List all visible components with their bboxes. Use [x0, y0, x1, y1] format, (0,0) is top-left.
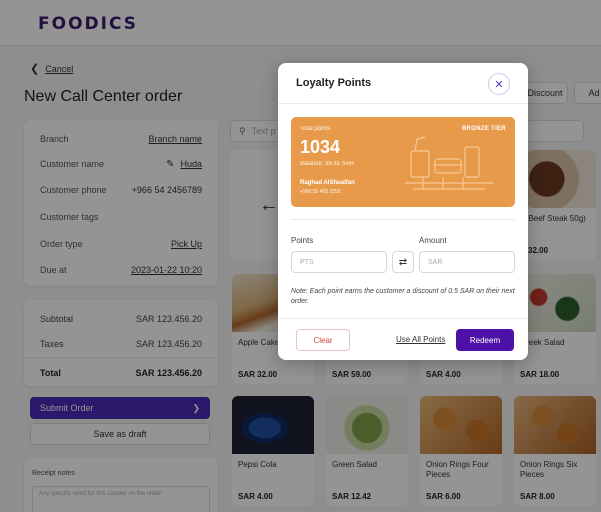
use-all-points-link[interactable]: Use All Points [396, 335, 445, 344]
swap-button[interactable]: ⇄ [392, 251, 414, 273]
points-label: Points [291, 236, 314, 245]
loyalty-points-modal: Loyalty Points ✕ Total points BRONZE TIE… [278, 63, 528, 360]
points-input[interactable]: PTS [291, 251, 387, 273]
card-divider [291, 219, 515, 220]
amount-input[interactable]: SAR [419, 251, 515, 273]
modal-footer-divider [278, 318, 528, 319]
food-illustration-icon [405, 136, 493, 190]
close-button[interactable]: ✕ [488, 73, 510, 95]
amount-label: Amount [419, 236, 447, 245]
card-customer-phone: +966 55 493 2253 [300, 189, 341, 195]
card-customer-name: Raghad AlShualfan [300, 180, 355, 186]
modal-header-divider [278, 103, 528, 104]
loyalty-card: Total points BRONZE TIER 1034 Balance: 3… [291, 117, 515, 207]
swap-icon: ⇄ [398, 256, 408, 268]
points-placeholder: PTS [300, 258, 314, 266]
points-value: 1034 [300, 137, 341, 157]
amount-placeholder: SAR [428, 258, 443, 266]
modal-title: Loyalty Points [296, 77, 372, 89]
balance-text: Balance: 39.31 SAR [300, 161, 355, 167]
total-points-label: Total points [300, 126, 331, 132]
redeem-note: Note: Each point earns the customer a di… [291, 288, 515, 305]
redeem-button[interactable]: Redeem [456, 329, 514, 351]
clear-button[interactable]: Clear [296, 329, 350, 351]
close-icon: ✕ [494, 78, 504, 91]
